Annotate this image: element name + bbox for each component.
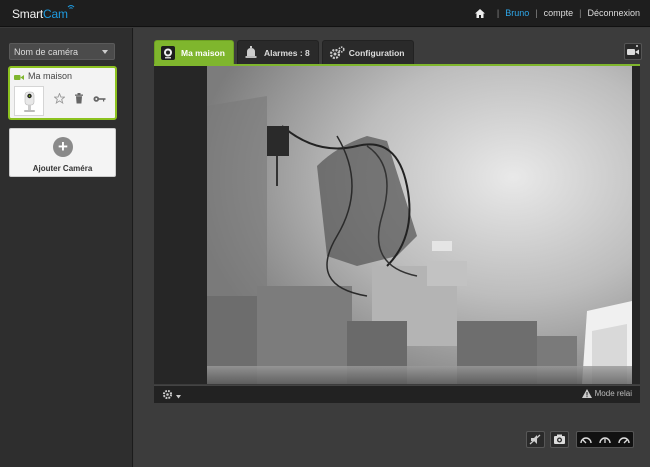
gears-icon (329, 45, 345, 60)
camera-thumbnail[interactable] (14, 86, 44, 116)
speed-fast-icon[interactable] (617, 433, 631, 447)
tab-ma-maison[interactable]: Ma maison (154, 40, 234, 64)
speed-medium-icon[interactable] (598, 433, 612, 447)
video-area (154, 66, 640, 384)
speed-slow-icon[interactable] (579, 433, 593, 447)
sidebar: Nom de caméra Ma maison + Ajouter Caméra (0, 28, 133, 467)
home-icon[interactable] (474, 8, 485, 18)
tab-label: Alarmes : 8 (263, 47, 310, 58)
smartcam-logo[interactable]: SmartCam (12, 5, 75, 21)
bottom-controls (134, 431, 650, 453)
mute-button[interactable] (526, 431, 545, 448)
top-bar: SmartCam | Bruno | compte | Déconnexion (0, 0, 650, 27)
add-camera-label: Ajouter Caméra (32, 164, 93, 173)
account-link[interactable]: compte (544, 8, 574, 18)
tab-bar: Ma maison Alarmes : 8 Configuration (154, 40, 414, 64)
nav-separator: | (535, 8, 538, 18)
video-toolbar: Mode relai (154, 385, 640, 403)
add-camera-button[interactable]: + Ajouter Caméra (9, 128, 116, 177)
alarm-bell-icon (244, 45, 258, 60)
logout-link[interactable]: Déconnexion (587, 8, 640, 18)
wifi-icon (67, 4, 75, 12)
plus-icon: + (53, 137, 73, 157)
settings-dropdown[interactable] (162, 389, 181, 402)
logo-text-smart: Smart (12, 7, 44, 21)
star-icon[interactable] (53, 92, 66, 107)
nav-separator: | (579, 8, 582, 18)
chevron-down-icon (102, 50, 108, 54)
camera-card-name: Ma maison (28, 71, 73, 81)
tab-alarmes[interactable]: Alarmes : 8 (236, 40, 319, 64)
webcam-icon (161, 45, 175, 60)
warning-icon (581, 389, 592, 398)
mute-icon (529, 434, 541, 445)
take-photo-button[interactable] (550, 431, 569, 448)
photo-icon (554, 434, 565, 444)
gear-icon (162, 389, 173, 402)
snapshot-icon (627, 45, 639, 55)
tab-label: Ma maison (181, 47, 225, 58)
tab-configuration[interactable]: Configuration (321, 40, 414, 64)
logo-text-cam: Cam (43, 7, 68, 21)
camera-card-actions (53, 92, 106, 107)
camera-select-label: Nom de caméra (14, 47, 79, 57)
camera-icon (14, 73, 24, 80)
relay-mode-indicator: Mode relai (581, 389, 632, 398)
playback-speed-group (576, 431, 634, 448)
user-link[interactable]: Bruno (505, 8, 529, 18)
live-video-feed[interactable] (207, 66, 632, 384)
chevron-down-icon (176, 391, 181, 401)
main-panel: Ma maison Alarmes : 8 Configuration Mode… (134, 28, 650, 467)
camera-name-select[interactable]: Nom de caméra (9, 43, 115, 60)
key-icon[interactable] (93, 95, 106, 106)
trash-icon[interactable] (74, 93, 84, 107)
top-navigation: | Bruno | compte | Déconnexion (474, 8, 640, 18)
camera-card-header: Ma maison (14, 71, 72, 81)
nav-separator: | (496, 8, 500, 18)
snapshot-button[interactable] (624, 43, 642, 60)
camera-card[interactable]: Ma maison (8, 66, 117, 120)
relay-mode-label: Mode relai (594, 389, 632, 398)
tab-label: Configuration (348, 47, 405, 58)
